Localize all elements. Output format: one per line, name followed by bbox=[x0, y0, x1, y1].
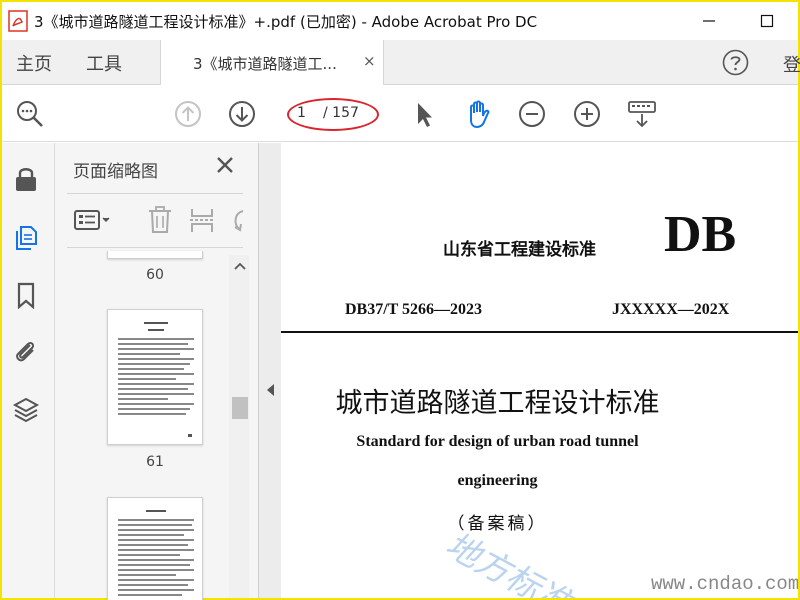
thumbnail-options-icon[interactable] bbox=[73, 207, 113, 233]
tab-tools[interactable]: 工具 bbox=[86, 50, 122, 76]
acrobat-logo-icon bbox=[8, 10, 28, 32]
panel-title: 页面缩略图 bbox=[73, 162, 158, 182]
zoom-in-icon[interactable] bbox=[571, 98, 603, 130]
document-title-cn: 城市道路隧道工程设计标准 bbox=[335, 388, 660, 419]
document-view[interactable]: 山东省工程建设标准 DB DB37/T 5266—2023 JXXXXX—202… bbox=[281, 143, 798, 598]
maximize-icon bbox=[760, 14, 774, 28]
left-navigation-rail bbox=[2, 143, 55, 598]
document-title-en: Standard for design of urban road tunnel bbox=[356, 433, 639, 450]
watermark-url: www.cndao.com bbox=[651, 573, 798, 595]
help-icon[interactable] bbox=[722, 49, 749, 76]
document-tab-label: 3《城市道路隧道工... bbox=[193, 55, 337, 73]
header-rule bbox=[281, 331, 798, 333]
red-highlight-ellipse bbox=[287, 98, 379, 131]
zoom-search-icon[interactable] bbox=[14, 98, 46, 130]
select-cursor-icon[interactable] bbox=[408, 98, 440, 130]
panel-tools bbox=[67, 201, 247, 241]
thumbnail-page-62[interactable] bbox=[107, 497, 203, 600]
thumbnail-scrollbar[interactable] bbox=[229, 255, 249, 598]
minimize-button[interactable] bbox=[694, 8, 724, 34]
close-tab-button[interactable]: × bbox=[363, 52, 376, 70]
signin-link[interactable]: 登 bbox=[783, 51, 800, 77]
pages-thumbnails-icon[interactable] bbox=[12, 223, 40, 251]
title-bar: 3《城市道路隧道工程设计标准》+.pdf (已加密) - Adobe Acrob… bbox=[2, 2, 798, 40]
attachment-icon[interactable] bbox=[12, 337, 40, 365]
lock-icon[interactable] bbox=[12, 165, 40, 193]
rotate-page-icon[interactable] bbox=[229, 207, 245, 233]
thumbnail-page-61[interactable] bbox=[107, 309, 203, 445]
bookmark-icon[interactable] bbox=[12, 281, 40, 309]
next-page-icon[interactable] bbox=[226, 98, 258, 130]
minimize-icon bbox=[703, 20, 715, 22]
zoom-out-icon[interactable] bbox=[516, 98, 548, 130]
toolbar: 1 / 157 bbox=[2, 86, 798, 142]
panel-collapse-handle[interactable] bbox=[259, 143, 281, 598]
window-title: 3《城市道路隧道工程设计标准》+.pdf (已加密) - Adobe Acrob… bbox=[34, 13, 538, 31]
thumbnail-label: 61 bbox=[146, 454, 164, 470]
tab-bar: 主页 工具 3《城市道路隧道工... × 登 bbox=[2, 40, 800, 85]
layers-icon[interactable] bbox=[12, 395, 40, 423]
thumbnails-panel: 页面缩略图 60 61 bbox=[55, 143, 259, 600]
maximize-button[interactable] bbox=[752, 8, 782, 34]
thumbnail-label: 60 bbox=[146, 267, 164, 283]
previous-page-icon[interactable] bbox=[172, 98, 204, 130]
collapse-left-icon[interactable] bbox=[265, 383, 275, 397]
record-code: JXXXXX—202X bbox=[612, 301, 730, 318]
standard-issuer: 山东省工程建设标准 bbox=[443, 240, 596, 260]
standard-code: DB37/T 5266—2023 bbox=[345, 301, 483, 318]
thumbnail-page-60[interactable] bbox=[107, 251, 203, 259]
tab-home[interactable]: 主页 bbox=[16, 50, 52, 76]
db-mark: DB bbox=[664, 206, 737, 263]
keyboard-scroll-icon[interactable] bbox=[626, 98, 658, 130]
insert-page-icon[interactable] bbox=[189, 205, 215, 235]
delete-page-icon[interactable] bbox=[147, 205, 173, 235]
tab-document[interactable]: 3《城市道路隧道工... × bbox=[160, 40, 384, 85]
scrollbar-thumb[interactable] bbox=[232, 397, 248, 419]
panel-divider bbox=[67, 193, 243, 194]
panel-divider bbox=[67, 247, 243, 248]
document-title-en-cont: engineering bbox=[457, 472, 538, 489]
draft-label: （备案稿） bbox=[447, 514, 548, 534]
hand-tool-icon[interactable] bbox=[462, 98, 494, 130]
scroll-up-icon[interactable] bbox=[234, 261, 246, 271]
close-panel-icon[interactable] bbox=[213, 153, 237, 177]
